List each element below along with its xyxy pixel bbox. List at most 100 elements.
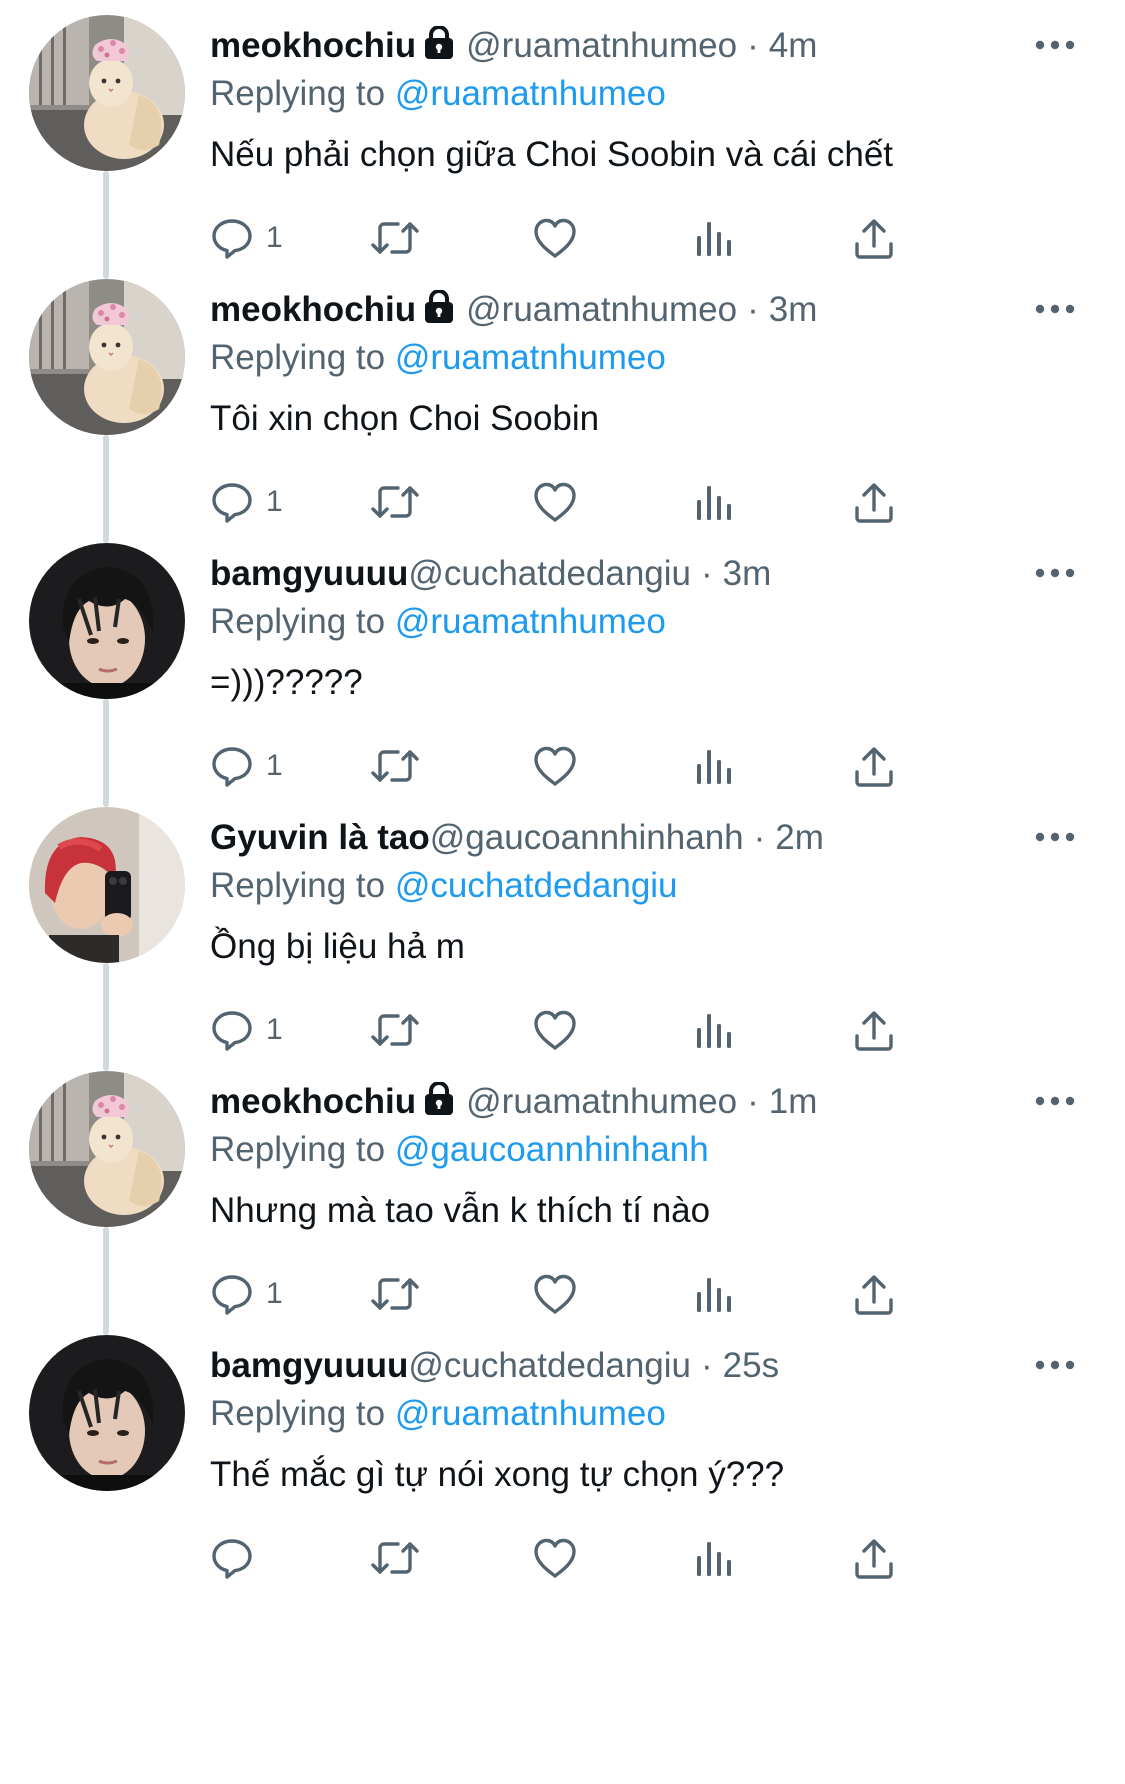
more-options-icon[interactable] xyxy=(1030,558,1080,588)
avatar-red-hair-selfie[interactable] xyxy=(29,807,185,963)
share-icon xyxy=(852,480,896,524)
views-button[interactable] xyxy=(693,738,733,794)
more-options-icon[interactable] xyxy=(1030,30,1080,60)
reply-icon xyxy=(210,744,254,788)
user-handle[interactable]: @gaucoannhinhanh xyxy=(430,818,744,857)
separator-dot: · xyxy=(701,1346,713,1385)
replying-to-label: Replying to xyxy=(210,74,386,113)
like-heart-icon xyxy=(532,480,578,524)
retweet-icon xyxy=(370,216,420,260)
tweet-header: bamgyuuuu@cuchatdedangiu · 3m xyxy=(210,550,771,598)
retweet-button[interactable] xyxy=(370,1002,420,1058)
more-options-icon[interactable] xyxy=(1030,1350,1080,1380)
tweet[interactable]: meokhochiu @ruamatnhumeo · 4m Replying to @… xyxy=(0,0,1125,297)
timestamp[interactable]: 25s xyxy=(723,1346,779,1385)
reply-button[interactable]: 1 xyxy=(210,738,283,794)
display-name[interactable]: bamgyuuuu xyxy=(210,554,408,593)
display-name[interactable]: Gyuvin là tao xyxy=(210,818,430,857)
views-button[interactable] xyxy=(693,1266,733,1322)
tweet-header: meokhochiu @ruamatnhumeo · 1m xyxy=(210,1078,817,1126)
retweet-button[interactable] xyxy=(370,210,420,266)
views-button[interactable] xyxy=(693,1002,733,1058)
tweet[interactable]: Gyuvin là tao@gaucoannhinhanh · 2m Replyin… xyxy=(0,792,1125,1089)
avatar-cat[interactable] xyxy=(29,15,185,171)
reply-button[interactable] xyxy=(210,1530,266,1586)
share-icon xyxy=(852,1272,896,1316)
timestamp[interactable]: 3m xyxy=(769,290,818,329)
display-name[interactable]: meokhochiu xyxy=(210,1082,416,1121)
share-icon xyxy=(852,744,896,788)
like-button[interactable] xyxy=(532,474,578,530)
retweet-icon xyxy=(370,744,420,788)
reply-count: 1 xyxy=(266,749,283,782)
reply-button[interactable]: 1 xyxy=(210,210,283,266)
tweet-text: Nhưng mà tao vẫn k thích tí nào xyxy=(210,1191,711,1230)
timestamp[interactable]: 3m xyxy=(723,554,772,593)
avatar-dark-hair-person[interactable] xyxy=(29,1335,185,1491)
timestamp[interactable]: 1m xyxy=(769,1082,818,1121)
like-heart-icon xyxy=(532,216,578,260)
retweet-button[interactable] xyxy=(370,474,420,530)
tweet[interactable]: meokhochiu @ruamatnhumeo · 3m Replying to @… xyxy=(0,264,1125,561)
tweet-actions xyxy=(210,1530,1010,1586)
replying-to-mention[interactable]: @gaucoannhinhanh xyxy=(395,1130,709,1169)
like-button[interactable] xyxy=(532,1530,578,1586)
share-button[interactable] xyxy=(852,1530,896,1586)
views-chart-icon xyxy=(693,1008,733,1052)
share-icon xyxy=(852,216,896,260)
retweet-button[interactable] xyxy=(370,738,420,794)
views-button[interactable] xyxy=(693,210,733,266)
avatar-cat[interactable] xyxy=(29,279,185,435)
user-handle[interactable]: @ruamatnhumeo xyxy=(466,26,737,65)
user-handle[interactable]: @ruamatnhumeo xyxy=(466,1082,737,1121)
replying-to-mention[interactable]: @ruamatnhumeo xyxy=(395,338,666,377)
reply-count: 1 xyxy=(266,1277,283,1310)
views-chart-icon xyxy=(693,744,733,788)
retweet-button[interactable] xyxy=(370,1266,420,1322)
share-button[interactable] xyxy=(852,1266,896,1322)
retweet-icon xyxy=(370,480,420,524)
timestamp[interactable]: 2m xyxy=(775,818,824,857)
replying-to-mention[interactable]: @ruamatnhumeo xyxy=(395,602,666,641)
replying-to-mention[interactable]: @cuchatdedangiu xyxy=(395,866,678,905)
like-button[interactable] xyxy=(532,738,578,794)
like-button[interactable] xyxy=(532,1266,578,1322)
thread-connector-line xyxy=(103,699,109,807)
share-button[interactable] xyxy=(852,1002,896,1058)
display-name[interactable]: bamgyuuuu xyxy=(210,1346,408,1385)
display-name[interactable]: meokhochiu xyxy=(210,290,416,329)
tweet[interactable]: meokhochiu @ruamatnhumeo · 1m Replying to @… xyxy=(0,1056,1125,1353)
views-button[interactable] xyxy=(693,1530,733,1586)
user-handle[interactable]: @cuchatdedangiu xyxy=(408,554,691,593)
replying-to-mention[interactable]: @ruamatnhumeo xyxy=(395,74,666,113)
like-button[interactable] xyxy=(532,1002,578,1058)
retweet-icon xyxy=(370,1536,420,1580)
retweet-button[interactable] xyxy=(370,1530,420,1586)
user-handle[interactable]: @ruamatnhumeo xyxy=(466,290,737,329)
user-handle[interactable]: @cuchatdedangiu xyxy=(408,1346,691,1385)
like-button[interactable] xyxy=(532,210,578,266)
reply-button[interactable]: 1 xyxy=(210,1266,283,1322)
reply-button[interactable]: 1 xyxy=(210,474,283,530)
share-button[interactable] xyxy=(852,474,896,530)
tweet[interactable]: bamgyuuuu@cuchatdedangiu · 3m Replying to … xyxy=(0,528,1125,825)
more-options-icon[interactable] xyxy=(1030,822,1080,852)
avatar-cat[interactable] xyxy=(29,1071,185,1227)
more-options-icon[interactable] xyxy=(1030,294,1080,324)
tweet-actions: 1 xyxy=(210,1266,1010,1322)
display-name[interactable]: meokhochiu xyxy=(210,26,416,65)
replying-to-line: Replying to @ruamatnhumeo xyxy=(210,70,666,118)
lock-icon xyxy=(422,289,456,337)
reply-thread: meokhochiu @ruamatnhumeo · 4m Replying to @… xyxy=(0,0,1125,1784)
replying-to-mention[interactable]: @ruamatnhumeo xyxy=(395,1394,666,1433)
views-button[interactable] xyxy=(693,474,733,530)
share-button[interactable] xyxy=(852,210,896,266)
tweet-actions: 1 xyxy=(210,210,1010,266)
share-button[interactable] xyxy=(852,738,896,794)
timestamp[interactable]: 4m xyxy=(769,26,818,65)
replying-to-label: Replying to xyxy=(210,1394,386,1433)
avatar-dark-hair-person[interactable] xyxy=(29,543,185,699)
more-options-icon[interactable] xyxy=(1030,1086,1080,1116)
tweet[interactable]: bamgyuuuu@cuchatdedangiu · 25s Replying to… xyxy=(0,1320,1125,1617)
reply-button[interactable]: 1 xyxy=(210,1002,283,1058)
